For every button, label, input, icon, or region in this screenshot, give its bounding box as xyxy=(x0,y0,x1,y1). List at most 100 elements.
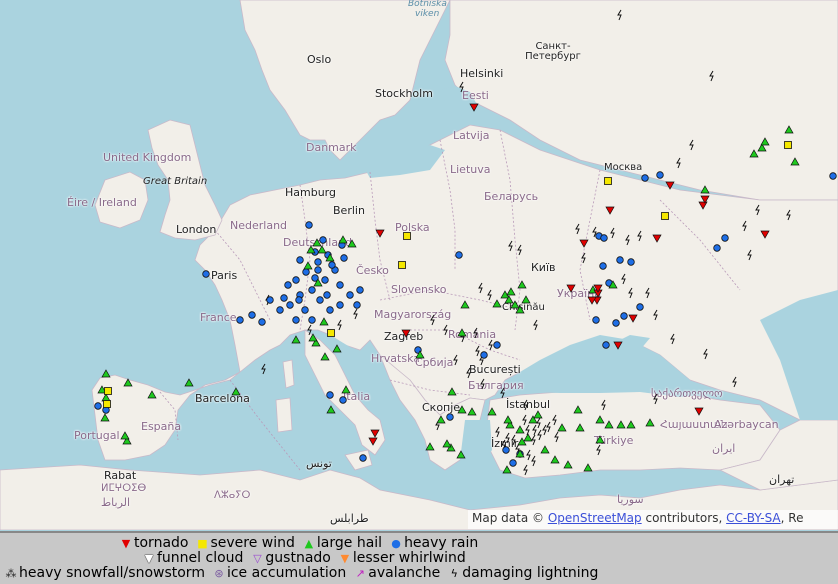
tornado-icon[interactable] xyxy=(665,181,675,190)
lightning-icon[interactable] xyxy=(466,367,471,379)
heavy-rain-icon[interactable] xyxy=(600,234,608,242)
large-hail-icon[interactable] xyxy=(101,369,111,378)
tornado-icon[interactable] xyxy=(613,341,623,350)
lightning-icon[interactable] xyxy=(523,464,528,476)
large-hail-icon[interactable] xyxy=(487,407,497,416)
heavy-rain-icon[interactable] xyxy=(236,316,244,324)
lightning-icon[interactable] xyxy=(709,70,714,82)
heavy-rain-icon[interactable] xyxy=(480,351,488,359)
large-hail-icon[interactable] xyxy=(583,463,593,472)
lightning-icon[interactable] xyxy=(525,424,530,436)
lightning-icon[interactable] xyxy=(546,421,551,433)
severe-wind-icon[interactable] xyxy=(661,212,669,220)
lightning-icon[interactable] xyxy=(473,327,478,339)
lightning-icon[interactable] xyxy=(601,399,606,411)
heavy-rain-icon[interactable] xyxy=(602,341,610,349)
lightning-icon[interactable] xyxy=(500,387,505,399)
lightning-icon[interactable] xyxy=(531,455,536,467)
large-hail-icon[interactable] xyxy=(460,300,470,309)
heavy-rain-icon[interactable] xyxy=(295,296,303,304)
heavy-rain-icon[interactable] xyxy=(359,454,367,462)
large-hail-icon[interactable] xyxy=(319,317,329,326)
lightning-icon[interactable] xyxy=(508,240,513,252)
lightning-icon[interactable] xyxy=(621,273,626,285)
lightning-icon[interactable] xyxy=(511,434,516,446)
large-hail-icon[interactable] xyxy=(457,328,467,337)
heavy-rain-icon[interactable] xyxy=(656,171,664,179)
heavy-rain-icon[interactable] xyxy=(336,281,344,289)
lightning-icon[interactable] xyxy=(689,139,694,151)
tornado-icon[interactable] xyxy=(760,230,770,239)
tornado-icon[interactable] xyxy=(469,103,479,112)
lightning-icon[interactable] xyxy=(517,244,522,256)
large-hail-icon[interactable] xyxy=(563,460,573,469)
large-hail-icon[interactable] xyxy=(184,378,194,387)
large-hail-icon[interactable] xyxy=(338,235,348,244)
heavy-rain-icon[interactable] xyxy=(202,270,210,278)
heavy-rain-icon[interactable] xyxy=(305,221,313,229)
large-hail-icon[interactable] xyxy=(425,442,435,451)
severe-wind-icon[interactable] xyxy=(784,141,792,149)
heavy-rain-icon[interactable] xyxy=(592,316,600,324)
large-hail-icon[interactable] xyxy=(492,299,502,308)
heavy-rain-icon[interactable] xyxy=(346,291,354,299)
heavy-rain-icon[interactable] xyxy=(280,294,288,302)
lightning-icon[interactable] xyxy=(475,345,480,357)
tornado-icon[interactable] xyxy=(370,429,380,438)
heavy-rain-icon[interactable] xyxy=(308,316,316,324)
tornado-icon[interactable] xyxy=(652,234,662,243)
severe-wind-icon[interactable] xyxy=(104,387,112,395)
large-hail-icon[interactable] xyxy=(123,378,133,387)
lightning-icon[interactable] xyxy=(755,204,760,216)
large-hail-icon[interactable] xyxy=(540,445,550,454)
lightning-icon[interactable] xyxy=(532,424,537,436)
large-hail-icon[interactable] xyxy=(320,352,330,361)
heavy-rain-icon[interactable] xyxy=(276,306,284,314)
osm-link[interactable]: OpenStreetMap xyxy=(548,511,642,525)
lightning-icon[interactable] xyxy=(536,417,541,429)
lightning-icon[interactable] xyxy=(625,234,630,246)
large-hail-icon[interactable] xyxy=(533,410,543,419)
lightning-icon[interactable] xyxy=(676,157,681,169)
large-hail-icon[interactable] xyxy=(457,405,467,414)
heavy-rain-icon[interactable] xyxy=(321,276,329,284)
tornado-icon[interactable] xyxy=(694,407,704,416)
heavy-rain-icon[interactable] xyxy=(829,172,837,180)
lightning-icon[interactable] xyxy=(653,393,658,405)
lightning-icon[interactable] xyxy=(531,434,536,446)
heavy-rain-icon[interactable] xyxy=(292,316,300,324)
large-hail-icon[interactable] xyxy=(790,157,800,166)
severe-wind-icon[interactable] xyxy=(327,329,335,337)
large-hail-icon[interactable] xyxy=(604,420,614,429)
heavy-rain-icon[interactable] xyxy=(308,286,316,294)
tornado-icon[interactable] xyxy=(605,206,615,215)
lightning-icon[interactable] xyxy=(430,314,435,326)
heavy-rain-icon[interactable] xyxy=(721,234,729,242)
heavy-rain-icon[interactable] xyxy=(636,303,644,311)
large-hail-icon[interactable] xyxy=(231,387,241,396)
lightning-icon[interactable] xyxy=(653,309,658,321)
heavy-rain-icon[interactable] xyxy=(339,396,347,404)
large-hail-icon[interactable] xyxy=(442,439,452,448)
large-hail-icon[interactable] xyxy=(523,433,533,442)
heavy-rain-icon[interactable] xyxy=(314,258,322,266)
lightning-icon[interactable] xyxy=(552,414,557,426)
lightning-icon[interactable] xyxy=(478,282,483,294)
large-hail-icon[interactable] xyxy=(749,149,759,158)
heavy-rain-icon[interactable] xyxy=(493,341,501,349)
large-hail-icon[interactable] xyxy=(760,137,770,146)
heavy-rain-icon[interactable] xyxy=(292,276,300,284)
heavy-rain-icon[interactable] xyxy=(620,312,628,320)
heavy-rain-icon[interactable] xyxy=(336,301,344,309)
lightning-icon[interactable] xyxy=(637,230,642,242)
lightning-icon[interactable] xyxy=(786,209,791,221)
lightning-icon[interactable] xyxy=(703,348,708,360)
large-hail-icon[interactable] xyxy=(521,295,531,304)
large-hail-icon[interactable] xyxy=(326,405,336,414)
heavy-rain-icon[interactable] xyxy=(509,459,517,467)
large-hail-icon[interactable] xyxy=(784,125,794,134)
heavy-rain-icon[interactable] xyxy=(340,254,348,262)
lightning-icon[interactable] xyxy=(526,449,531,461)
lightning-icon[interactable] xyxy=(542,424,547,436)
large-hail-icon[interactable] xyxy=(517,280,527,289)
